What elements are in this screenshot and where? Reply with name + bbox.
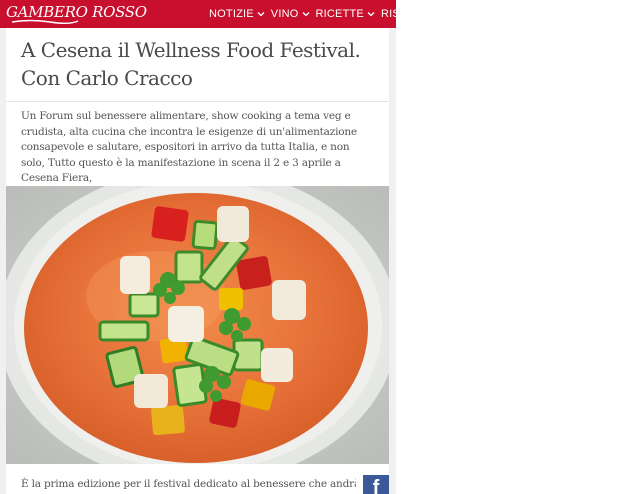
nav-item-ricette[interactable]: RICETTE <box>316 8 375 20</box>
chevron-down-icon <box>367 12 375 17</box>
facebook-share-button[interactable]: f <box>363 475 389 494</box>
nav-item-notizie[interactable]: NOTIZIE <box>209 8 265 20</box>
nav-item-label: NOTIZIE <box>209 8 254 20</box>
logo-swoosh-icon <box>11 19 79 24</box>
gambero-rosso-logo[interactable]: GAMBERO ROSSO <box>6 2 147 26</box>
nav-item-ristoranti[interactable]: RISTORA <box>381 8 396 20</box>
article-lead: Un Forum sul benessere alimentare, show … <box>21 110 357 184</box>
chevron-down-icon <box>257 12 265 17</box>
article-photo[interactable] <box>6 186 389 464</box>
nav-item-vino[interactable]: VINO <box>271 8 310 20</box>
title-divider <box>6 101 389 102</box>
article-card: A Cesena il Wellness Food Festival. Con … <box>6 28 389 494</box>
gazpacho-soup-photo-icon <box>6 186 389 464</box>
article-body-paragraph: È la prima edizione per il festival dedi… <box>21 478 356 490</box>
facebook-icon: f <box>372 477 380 494</box>
top-navigation-bar: GAMBERO ROSSO NOTIZIE VINO RICETTE RISTO… <box>0 0 396 28</box>
nav-item-label: RICETTE <box>315 8 364 20</box>
nav-item-label: VINO <box>270 8 299 20</box>
page: GAMBERO ROSSO NOTIZIE VINO RICETTE RISTO… <box>0 0 396 494</box>
article-title: A Cesena il Wellness Food Festival. Con … <box>21 38 361 90</box>
nav-item-label: RISTORA <box>380 8 396 20</box>
main-nav: NOTIZIE VINO RICETTE RISTORA <box>209 0 396 28</box>
chevron-down-icon <box>302 12 309 17</box>
